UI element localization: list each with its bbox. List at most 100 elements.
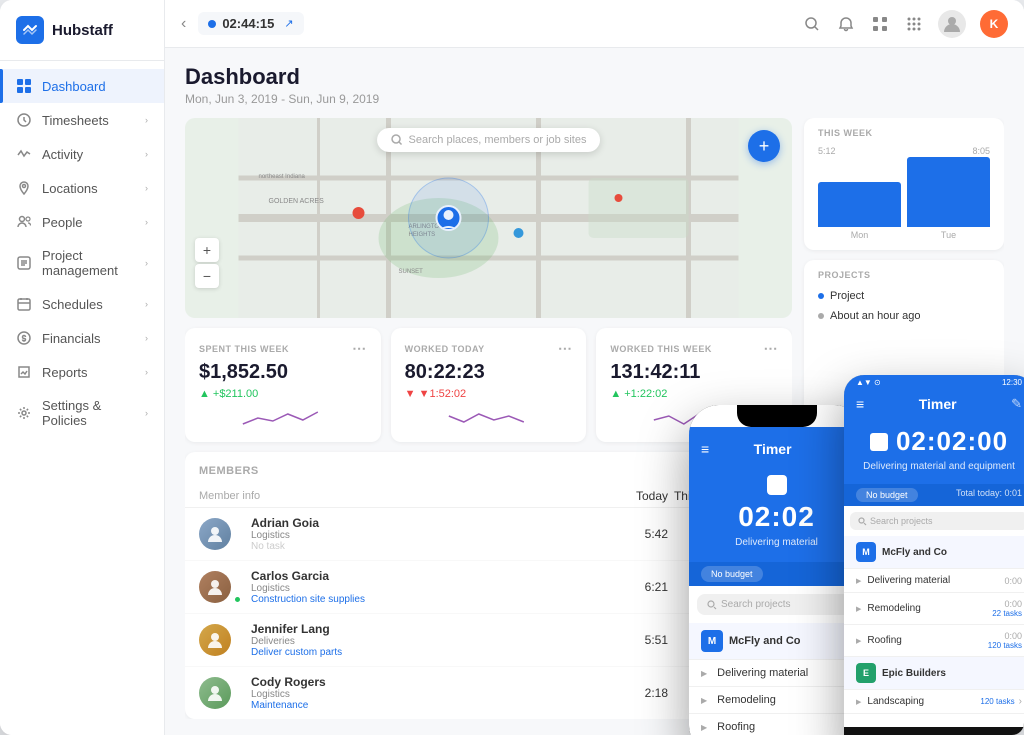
member-name: Cody Rogers <box>251 675 618 689</box>
sidebar-item-settings[interactable]: Settings & Policies › <box>0 389 164 437</box>
right-column: THIS WEEK 5:12 8:05 Mon <box>804 118 1004 719</box>
member-role: Logistics <box>251 530 618 541</box>
topbar-actions: K <box>802 10 1008 38</box>
notification-icon[interactable] <box>836 14 856 34</box>
user-avatar[interactable] <box>938 10 966 38</box>
members-table-header: Member info Today This week <box>185 485 792 508</box>
table-row[interactable]: Adrian Goia Logistics No task 5:42 12:33 <box>185 508 792 561</box>
timer-value: 02:44:15 <box>222 16 274 31</box>
map-add-button[interactable]: + <box>748 130 780 162</box>
chevron-icon: › <box>145 183 148 193</box>
dashboard-header: Dashboard Mon, Jun 3, 2019 - Sun, Jun 9,… <box>185 64 1004 106</box>
zoom-out-button[interactable]: − <box>195 264 219 288</box>
sidebar-item-financials[interactable]: Financials › <box>0 321 164 355</box>
projects-section-label: PROJECTS <box>818 270 990 280</box>
sidebar-item-dashboard[interactable]: Dashboard <box>0 69 164 103</box>
week-bar-mon: Mon <box>818 182 901 240</box>
sidebar-item-schedules[interactable]: Schedules › <box>0 287 164 321</box>
member-info: Cody Rogers Logistics Maintenance <box>251 675 618 711</box>
member-bars <box>728 631 778 649</box>
stat-week-menu[interactable]: ⋯ <box>764 340 779 357</box>
member-today: 6:21 <box>618 580 668 594</box>
sidebar-navigation: Dashboard Timesheets › Activity › <box>0 61 164 735</box>
project-name: Project <box>830 290 864 302</box>
sidebar-item-locations[interactable]: Locations › <box>0 171 164 205</box>
list-item[interactable]: About an hour ago <box>818 306 990 326</box>
sidebar-item-people[interactable]: People › <box>0 205 164 239</box>
reports-icon <box>16 364 32 380</box>
member-role: Deliveries <box>251 636 618 647</box>
app-container: Hubstaff Dashboard Timesheets › Acti <box>0 0 1024 735</box>
member-bars <box>728 578 778 596</box>
stats-row: SPENT THIS WEEK ⋯ $1,852.50 ▲ +$211.00 <box>185 328 792 442</box>
map-section: GOLDEN ACRES ARLINGTON HEIGHTS SUNSET no… <box>185 118 792 318</box>
map-search-placeholder: Search places, members or job sites <box>409 134 587 146</box>
stat-worked-week: WORKED THIS WEEK ⋯ 131:42:11 ▲ +1:22:02 <box>596 328 792 442</box>
stat-today-change: ▼ ▼1:52:02 <box>405 388 573 400</box>
stat-spent-change: ▲ +$211.00 <box>199 388 367 400</box>
timer-expand-icon[interactable]: ↗ <box>284 17 293 30</box>
member-avatar <box>199 677 231 709</box>
table-row[interactable]: Carlos Garcia Logistics Construction sit… <box>185 561 792 614</box>
sidebar-item-reports[interactable]: Reports › <box>0 355 164 389</box>
stat-spent-menu[interactable]: ⋯ <box>352 340 367 357</box>
member-name: Jennifer Lang <box>251 622 618 636</box>
activity-icon <box>16 146 32 162</box>
members-menu[interactable]: ⋯ <box>764 462 778 479</box>
week-chart-label: THIS WEEK <box>818 128 990 138</box>
week-chart: THIS WEEK 5:12 8:05 Mon <box>804 118 1004 250</box>
chevron-icon: › <box>145 115 148 125</box>
sidebar-item-timesheets[interactable]: Timesheets › <box>0 103 164 137</box>
sidebar-item-label: Financials <box>42 331 101 346</box>
schedules-icon <box>16 296 32 312</box>
map-search-bar[interactable]: Search places, members or job sites <box>377 128 601 152</box>
svg-text:SUNSET: SUNSET <box>399 269 424 275</box>
sparkline-spent <box>199 406 367 430</box>
back-button[interactable]: ‹ <box>181 15 186 33</box>
svg-text:GOLDEN ACRES: GOLDEN ACRES <box>269 198 325 205</box>
members-section: MEMBERS ⋯ Member info Today This week <box>185 452 792 719</box>
left-column: GOLDEN ACRES ARLINGTON HEIGHTS SUNSET no… <box>185 118 792 719</box>
list-item[interactable]: Project <box>818 286 990 306</box>
sidebar-item-label: Locations <box>42 181 98 196</box>
chevron-icon: › <box>145 258 148 268</box>
member-today: 5:42 <box>618 527 668 541</box>
sidebar-item-project-management[interactable]: Project management › <box>0 239 164 287</box>
table-row[interactable]: Jennifer Lang Deliveries Deliver custom … <box>185 614 792 667</box>
member-week: 21:24 <box>668 633 728 647</box>
member-info: Carlos Garcia Logistics Construction sit… <box>251 569 618 605</box>
member-avatar <box>199 624 231 656</box>
member-role: Logistics <box>251 689 618 700</box>
apps-icon[interactable] <box>904 14 924 34</box>
chevron-icon: › <box>145 408 148 418</box>
member-task: Maintenance <box>251 700 618 711</box>
map-zoom-controls: + − <box>195 238 219 288</box>
project-dot <box>818 293 824 299</box>
stat-spent: SPENT THIS WEEK ⋯ $1,852.50 ▲ +$211.00 <box>185 328 381 442</box>
table-row[interactable]: Cody Rogers Logistics Maintenance 2:18 1… <box>185 667 792 719</box>
stat-spent-value: $1,852.50 <box>199 361 367 384</box>
sidebar-item-activity[interactable]: Activity › <box>0 137 164 171</box>
user-badge[interactable]: K <box>980 10 1008 38</box>
col-today-header: Today <box>618 489 668 503</box>
topbar: ‹ 02:44:15 ↗ <box>165 0 1024 48</box>
sidebar-item-label: Settings & Policies <box>42 398 135 428</box>
stat-week-label: WORKED THIS WEEK <box>610 344 712 354</box>
sidebar-item-label: Reports <box>42 365 88 380</box>
member-role: Logistics <box>251 583 618 594</box>
member-week: 12:33 <box>668 527 728 541</box>
chevron-icon: › <box>145 333 148 343</box>
member-avatar <box>199 518 231 550</box>
sparkline-week <box>610 406 778 430</box>
stat-today-menu[interactable]: ⋯ <box>558 340 573 357</box>
sidebar-item-label: Dashboard <box>42 79 106 94</box>
member-task: Construction site supplies <box>251 594 618 605</box>
logo: Hubstaff <box>0 0 164 61</box>
member-week: 13:44 <box>668 686 728 700</box>
grid-icon[interactable] <box>870 14 890 34</box>
logo-text: Hubstaff <box>52 22 113 39</box>
search-topbar-icon[interactable] <box>802 14 822 34</box>
zoom-in-button[interactable]: + <box>195 238 219 262</box>
sidebar-item-label: Activity <box>42 147 83 162</box>
timer-widget[interactable]: 02:44:15 ↗ <box>198 12 303 35</box>
